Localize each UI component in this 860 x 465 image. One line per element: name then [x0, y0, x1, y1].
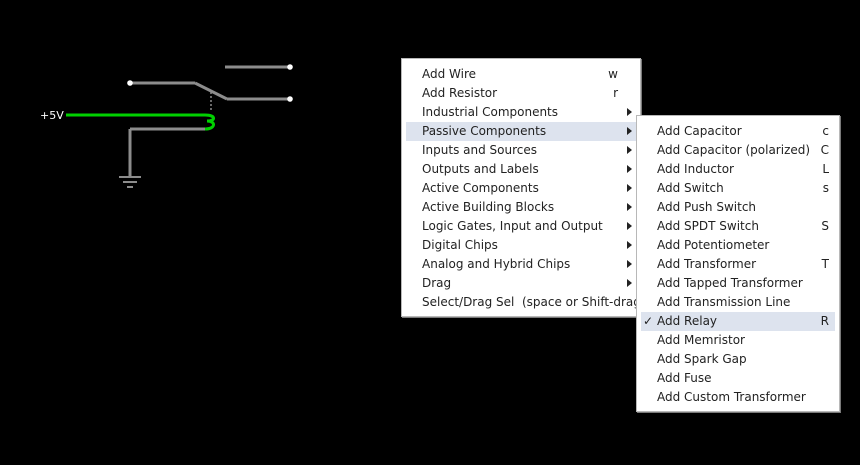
voltage-label: +5V: [40, 109, 64, 122]
menu-item-label: Digital Chips: [422, 238, 498, 252]
submenu-item-add-relay[interactable]: ✓ Add Relay R: [641, 312, 835, 331]
menu-item-shortcut: r: [613, 86, 618, 100]
submenu-arrow-icon: [627, 146, 632, 154]
menu-item-label: Add Tapped Transformer: [657, 276, 803, 290]
menu-item-active-building-blocks[interactable]: Active Building Blocks: [406, 198, 636, 217]
menu-item-label: Inputs and Sources: [422, 143, 537, 157]
submenu-item-add-tapped-transformer[interactable]: Add Tapped Transformer: [641, 274, 835, 293]
passive-components-submenu: Add Capacitor c Add Capacitor (polarized) C…: [636, 115, 840, 412]
menu-item-label: Analog and Hybrid Chips: [422, 257, 571, 271]
submenu-item-add-spdt-switch[interactable]: Add SPDT Switch S: [641, 217, 835, 236]
menu-item-label: Add Memristor: [657, 333, 745, 347]
menu-item-label: Add Resistor: [422, 86, 498, 100]
menu-item-label: Add Wire: [422, 67, 477, 81]
menu-item-label: Select/Drag Sel (space or Shift-drag): [422, 295, 646, 309]
menu-item-label: Outputs and Labels: [422, 162, 539, 176]
node-contact-bottom[interactable]: [287, 96, 293, 102]
menu-item-shortcut: S: [821, 219, 829, 233]
menu-item-analog-and-hybrid-chips[interactable]: Analog and Hybrid Chips: [406, 255, 636, 274]
menu-item-shortcut: s: [822, 181, 829, 195]
submenu-arrow-icon: [627, 127, 632, 135]
submenu-arrow-icon: [627, 108, 632, 116]
menu-item-shortcut: L: [822, 162, 829, 176]
submenu-item-add-potentiometer[interactable]: Add Potentiometer: [641, 236, 835, 255]
menu-item-label: Add Switch: [657, 181, 724, 195]
ground-icon: [119, 176, 141, 188]
submenu-item-add-transformer[interactable]: Add Transformer T: [641, 255, 835, 274]
submenu-item-add-transmission-line[interactable]: Add Transmission Line: [641, 293, 835, 312]
menu-item-shortcut: c: [822, 124, 829, 138]
menu-item-label: Active Components: [422, 181, 539, 195]
submenu-arrow-icon: [627, 184, 632, 192]
submenu-item-add-inductor[interactable]: Add Inductor L: [641, 160, 835, 179]
submenu-arrow-icon: [627, 260, 632, 268]
node-contact-top[interactable]: [287, 64, 293, 70]
menu-item-active-components[interactable]: Active Components: [406, 179, 636, 198]
node-common[interactable]: [127, 80, 133, 86]
menu-item-label: Add Capacitor: [657, 124, 742, 138]
menu-item-label: Industrial Components: [422, 105, 559, 119]
menu-item-label: Add Capacitor (polarized): [657, 143, 811, 157]
submenu-item-add-switch[interactable]: Add Switch s: [641, 179, 835, 198]
menu-item-label: Add Transformer: [657, 257, 757, 271]
menu-item-label: Add Push Switch: [657, 200, 757, 214]
menu-item-label: Add Custom Transformer: [657, 390, 806, 404]
menu-item-outputs-and-labels[interactable]: Outputs and Labels: [406, 160, 636, 179]
menu-item-passive-components[interactable]: Passive Components: [406, 122, 636, 141]
menu-item-label: Add Relay: [657, 314, 718, 328]
submenu-arrow-icon: [627, 222, 632, 230]
submenu-item-add-capacitor[interactable]: Add Capacitor c: [641, 122, 835, 141]
menu-item-label: Add Transmission Line: [657, 295, 791, 309]
menu-item-label: Active Building Blocks: [422, 200, 555, 214]
menu-item-label: Logic Gates, Input and Output: [422, 219, 603, 233]
submenu-arrow-icon: [627, 203, 632, 211]
menu-item-shortcut: R: [820, 314, 829, 328]
checkmark-icon: ✓: [643, 314, 654, 328]
menu-item-label: Add SPDT Switch: [657, 219, 759, 233]
submenu-item-add-spark-gap[interactable]: Add Spark Gap: [641, 350, 835, 369]
submenu-arrow-icon: [627, 241, 632, 249]
menu-item-label: Add Fuse: [657, 371, 712, 385]
menu-item-label: Add Spark Gap: [657, 352, 747, 366]
context-menu: Add Wire w Add Resistor r Industrial Compone…: [401, 58, 646, 317]
menu-item-label: Passive Components: [422, 124, 547, 138]
menu-item-industrial-components[interactable]: Industrial Components: [406, 103, 636, 122]
menu-item-label: Add Inductor: [657, 162, 734, 176]
submenu-arrow-icon: [627, 279, 632, 287]
menu-item-label: Add Potentiometer: [657, 238, 770, 252]
menu-item-add-wire[interactable]: Add Wire w: [406, 65, 636, 84]
submenu-item-add-memristor[interactable]: Add Memristor: [641, 331, 835, 350]
menu-item-add-resistor[interactable]: Add Resistor r: [406, 84, 636, 103]
menu-item-digital-chips[interactable]: Digital Chips: [406, 236, 636, 255]
menu-item-shortcut: w: [608, 67, 618, 81]
menu-item-label: Drag: [422, 276, 452, 290]
relay-coil[interactable]: [204, 113, 215, 131]
menu-item-shortcut: C: [820, 143, 829, 157]
submenu-arrow-icon: [627, 165, 632, 173]
menu-item-drag[interactable]: Drag: [406, 274, 636, 293]
menu-item-logic-gates-input-and-output[interactable]: Logic Gates, Input and Output: [406, 217, 636, 236]
menu-item-inputs-and-sources[interactable]: Inputs and Sources: [406, 141, 636, 160]
submenu-item-add-push-switch[interactable]: Add Push Switch: [641, 198, 835, 217]
submenu-item-add-fuse[interactable]: Add Fuse: [641, 369, 835, 388]
menu-item-shortcut: T: [821, 257, 829, 271]
submenu-item-add-custom-transformer[interactable]: Add Custom Transformer: [641, 388, 835, 407]
menu-item-select-drag-sel-space-or-shift-drag[interactable]: Select/Drag Sel (space or Shift-drag): [406, 293, 646, 312]
submenu-item-add-capacitor-polarized[interactable]: Add Capacitor (polarized) C: [641, 141, 835, 160]
